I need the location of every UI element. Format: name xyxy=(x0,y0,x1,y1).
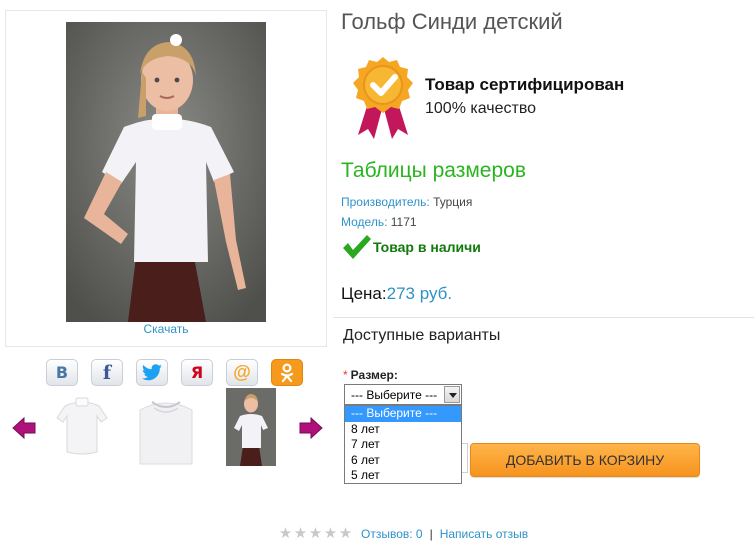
size-option[interactable]: 8 лет xyxy=(345,422,461,438)
price-label: Цена: xyxy=(341,284,387,303)
separator: | xyxy=(429,527,433,541)
thumb-next-arrow-icon[interactable] xyxy=(299,416,323,440)
size-select[interactable]: --- Выберите --- xyxy=(344,384,462,405)
size-option[interactable]: 7 лет xyxy=(345,437,461,453)
vk-icon[interactable]: В xyxy=(46,359,78,386)
download-link[interactable]: Скачать xyxy=(6,322,326,336)
reviews-count-link[interactable]: Отзывов: 0 xyxy=(361,527,423,541)
odnoklassniki-glyph-icon xyxy=(280,362,294,382)
vk-icon-glyph: В xyxy=(55,363,69,382)
certified-subtitle: 100% качество xyxy=(425,100,537,117)
size-tables-link[interactable]: Таблицы размеров xyxy=(341,159,526,183)
price-row: Цена:273 руб. xyxy=(341,284,452,304)
divider xyxy=(333,317,754,318)
star-icon: ★ xyxy=(323,525,338,542)
twitter-bird-icon xyxy=(142,363,162,380)
checkmark-icon xyxy=(343,235,371,259)
write-review-link[interactable]: Написать отзыв xyxy=(440,527,528,541)
stock-status: Товар в наличи xyxy=(341,233,481,261)
product-title: Гольф Синди детский xyxy=(341,9,563,34)
mailru-icon[interactable]: @ xyxy=(226,359,258,386)
star-icon: ★ xyxy=(278,525,293,542)
product-photo[interactable] xyxy=(66,22,266,322)
rating-stars: ★ ★ ★ ★ ★ xyxy=(278,526,353,542)
size-select-value: --- Выберите --- xyxy=(351,388,438,402)
required-mark: * xyxy=(343,368,348,382)
variants-heading: Доступные варианты xyxy=(343,327,501,344)
price-value: 273 руб. xyxy=(386,284,453,303)
add-to-cart-button[interactable]: ДОБАВИТЬ В КОРЗИНУ xyxy=(470,443,700,477)
manufacturer-value: Турция xyxy=(433,195,473,209)
model-row: Модель: 1171 xyxy=(341,215,417,229)
twitter-icon[interactable] xyxy=(136,359,168,386)
yandex-icon[interactable]: Я xyxy=(181,359,213,386)
certified-title: Товар сертифицирован xyxy=(425,75,625,94)
size-option[interactable]: 5 лет xyxy=(345,468,461,484)
stock-text: Товар в наличи xyxy=(373,239,481,255)
star-icon: ★ xyxy=(308,525,323,542)
chevron-down-icon[interactable] xyxy=(444,386,460,403)
model-label: Модель: xyxy=(341,215,388,229)
size-dropdown-list: --- Выберите --- 8 лет 7 лет 6 лет 5 лет xyxy=(344,405,462,484)
star-icon: ★ xyxy=(293,525,308,542)
size-option[interactable]: 6 лет xyxy=(345,453,461,469)
manufacturer-label[interactable]: Производитель: xyxy=(341,195,430,209)
mailru-icon-glyph: @ xyxy=(233,362,251,382)
thumbnail-shirt-detail[interactable] xyxy=(138,388,194,466)
facebook-icon-glyph: f xyxy=(102,361,112,384)
size-option[interactable]: --- Выберите --- xyxy=(345,406,461,422)
star-icon: ★ xyxy=(338,525,353,542)
thumb-prev-arrow-icon[interactable] xyxy=(12,416,36,440)
certified-medal-icon xyxy=(350,55,416,140)
reviews-bar: ★ ★ ★ ★ ★ Отзывов: 0 | Написать отзыв xyxy=(278,526,528,542)
odnoklassniki-icon[interactable] xyxy=(271,359,303,386)
yandex-icon-glyph: Я xyxy=(190,363,204,382)
size-label-text: Размер: xyxy=(350,368,398,382)
model-value: 1171 xyxy=(390,215,417,229)
manufacturer-row: Производитель: Турция xyxy=(341,195,472,209)
main-image-box: Скачать xyxy=(5,10,327,347)
thumbnail-girl-photo[interactable] xyxy=(226,388,276,466)
facebook-icon[interactable]: f xyxy=(91,359,123,386)
size-label: * Размер: xyxy=(343,368,398,382)
thumbnail-shirt-front[interactable] xyxy=(55,388,109,466)
